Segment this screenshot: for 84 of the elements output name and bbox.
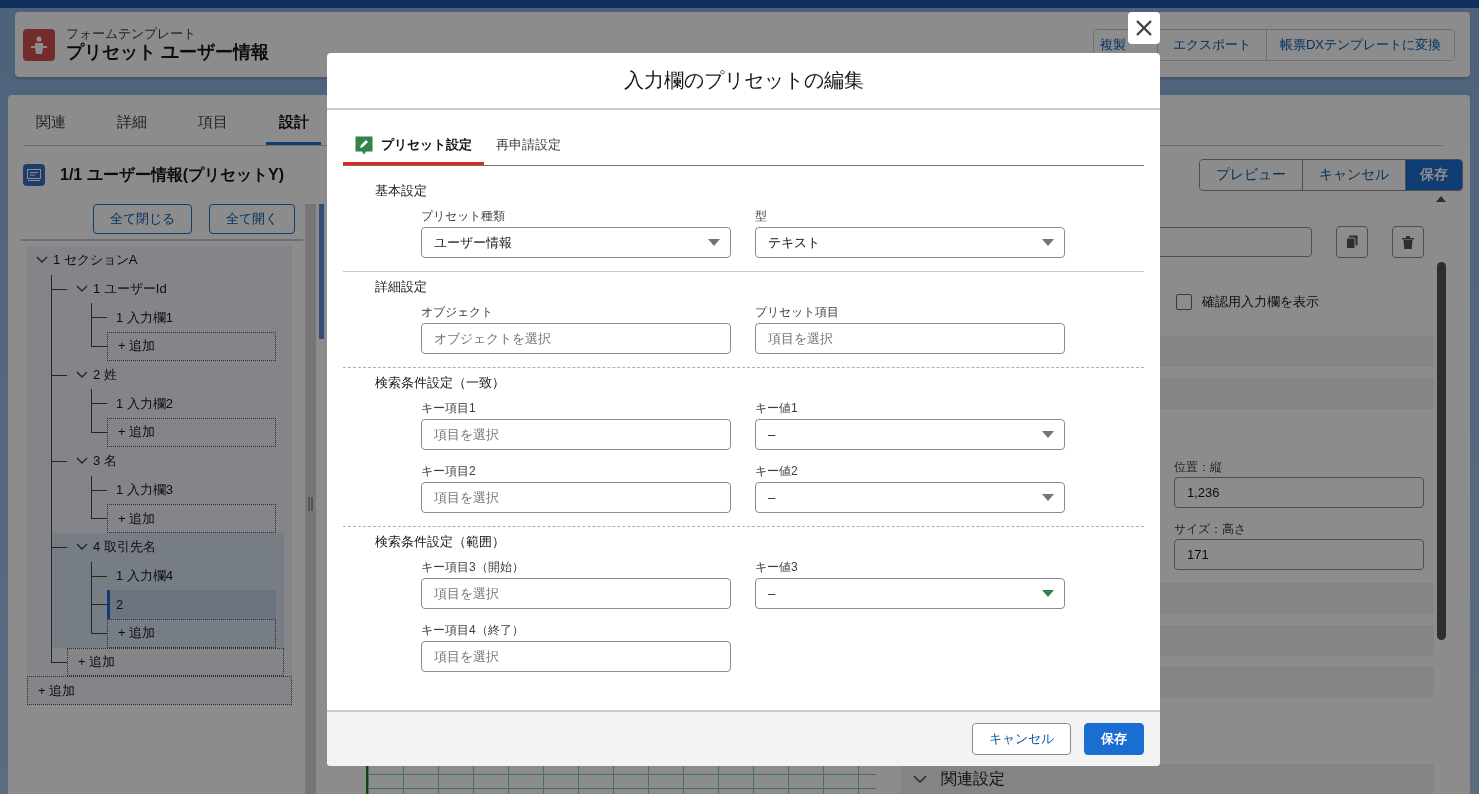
tree-item[interactable]: 4 取引先名 (67, 532, 284, 562)
dropdown-field[interactable]: テキスト (755, 227, 1065, 258)
dropdown-value: – (768, 427, 777, 442)
tab[interactable]: 関連 (23, 109, 78, 145)
lookup-field[interactable]: 項目を選択 (421, 578, 731, 609)
field-label: キー値1 (755, 400, 799, 417)
scroll-thumb[interactable] (1437, 262, 1446, 640)
pencil-icon (355, 135, 373, 155)
add-button[interactable]: + 追加 (107, 332, 276, 361)
lectern-icon (29, 34, 49, 55)
field-label: キー項目2 (421, 463, 477, 480)
field-label: サイズ：高さ (1174, 521, 1247, 538)
section-header[interactable]: 関連設定 (901, 764, 1434, 794)
section-title: 基本設定 (374, 182, 428, 200)
dropdown-field[interactable]: – (755, 482, 1065, 513)
drag-handle-icon (308, 497, 313, 511)
record-title: プリセット ユーザー情報 (66, 41, 269, 63)
section-title: 詳細設定 (374, 278, 428, 296)
lookup-field[interactable]: 項目を選択 (421, 482, 731, 513)
tree-item[interactable]: 2 姓 (67, 360, 284, 390)
action-button[interactable]: 保存 (1405, 160, 1462, 190)
page-title: 1/1 ユーザー情報(プリセットY) (60, 164, 284, 185)
add-button[interactable]: + 追加 (107, 504, 276, 533)
checkbox[interactable] (1176, 294, 1192, 310)
tree-item[interactable]: 1 入力欄2 (107, 389, 276, 419)
number-field[interactable]: 1,236 (1174, 477, 1424, 508)
tree-item[interactable]: 1 入力欄4 (107, 561, 276, 591)
icon-button[interactable] (1392, 226, 1424, 258)
lookup-field[interactable]: 項目を選択 (421, 641, 731, 672)
field-label: キー項目1 (421, 400, 477, 417)
tree-button[interactable]: 全て閉じる (93, 204, 192, 234)
object-type-label: フォームテンプレート (66, 26, 197, 41)
modal-title: 入力欄のプリセットの編集 (623, 68, 864, 93)
add-button[interactable]: + 追加 (67, 647, 284, 677)
tree-item[interactable]: 3 名 (67, 446, 284, 476)
dropdown-field[interactable]: – (755, 578, 1065, 609)
section-title: 検索条件設定（範囲） (374, 533, 506, 551)
chevron-icon (913, 774, 927, 784)
field-label: プリセット項目 (755, 304, 840, 321)
tab[interactable]: 項目 (185, 109, 240, 145)
checkbox-label: 確認用入力欄を表示 (1202, 293, 1319, 311)
dropdown-field[interactable]: – (755, 419, 1065, 450)
tree-item[interactable]: 1 入力欄3 (107, 475, 276, 505)
close-button[interactable] (1128, 12, 1160, 44)
scroll-thumb[interactable] (319, 204, 324, 339)
icon-button[interactable] (1336, 226, 1368, 258)
lookup-field[interactable]: 項目を選択 (755, 323, 1065, 354)
document-icon (27, 169, 41, 181)
add-button[interactable]: + 追加 (107, 418, 276, 447)
tree-item[interactable]: 1 入力欄1 (107, 303, 276, 333)
field-label: キー項目3（開始） (421, 559, 525, 576)
trash-icon (1402, 235, 1414, 249)
field-label: オブジェクト (421, 304, 494, 321)
field-label: プリセット種類 (421, 208, 506, 225)
tab[interactable]: プリセット設定 (343, 128, 484, 165)
tree-item[interactable]: 2 (107, 590, 276, 619)
dropdown-value: – (768, 586, 777, 601)
number-field[interactable]: 171 (1174, 539, 1424, 570)
close-icon (1135, 19, 1153, 37)
scroll-up-icon (1436, 196, 1446, 202)
lookup-field[interactable]: オブジェクトを選択 (421, 323, 731, 354)
field-label: 型 (755, 208, 768, 225)
lookup-field[interactable]: 項目を選択 (421, 419, 731, 450)
header-button[interactable]: 帳票DXテンプレートに変換 (1266, 29, 1454, 60)
add-button[interactable]: + 追加 (107, 618, 276, 648)
dropdown-value: – (768, 490, 777, 505)
field-label: キー値2 (755, 463, 799, 480)
tab[interactable]: 詳細 (104, 109, 159, 145)
tab[interactable]: 再申請設定 (484, 128, 573, 165)
tab[interactable]: 設計 (266, 109, 321, 145)
field-label: 位置：縦 (1174, 459, 1223, 476)
add-button[interactable]: + 追加 (27, 676, 292, 705)
footer-button[interactable]: 保存 (1084, 723, 1144, 755)
section-title: 検索条件設定（一致） (374, 374, 506, 392)
dropdown-value: テキスト (768, 233, 821, 252)
dropdown-value: ユーザー情報 (434, 233, 513, 252)
tree-button[interactable]: 全て開く (209, 204, 295, 234)
copy-icon (1346, 235, 1358, 249)
tree-item[interactable]: 1 セクションA (27, 246, 292, 275)
field-label: キー値3 (755, 559, 799, 576)
field-label: キー項目4（終了） (421, 622, 525, 639)
footer-button[interactable]: キャンセル (972, 723, 1071, 755)
dropdown-field[interactable]: ユーザー情報 (421, 227, 731, 258)
tree-item[interactable]: 1 ユーザーId (67, 274, 284, 304)
